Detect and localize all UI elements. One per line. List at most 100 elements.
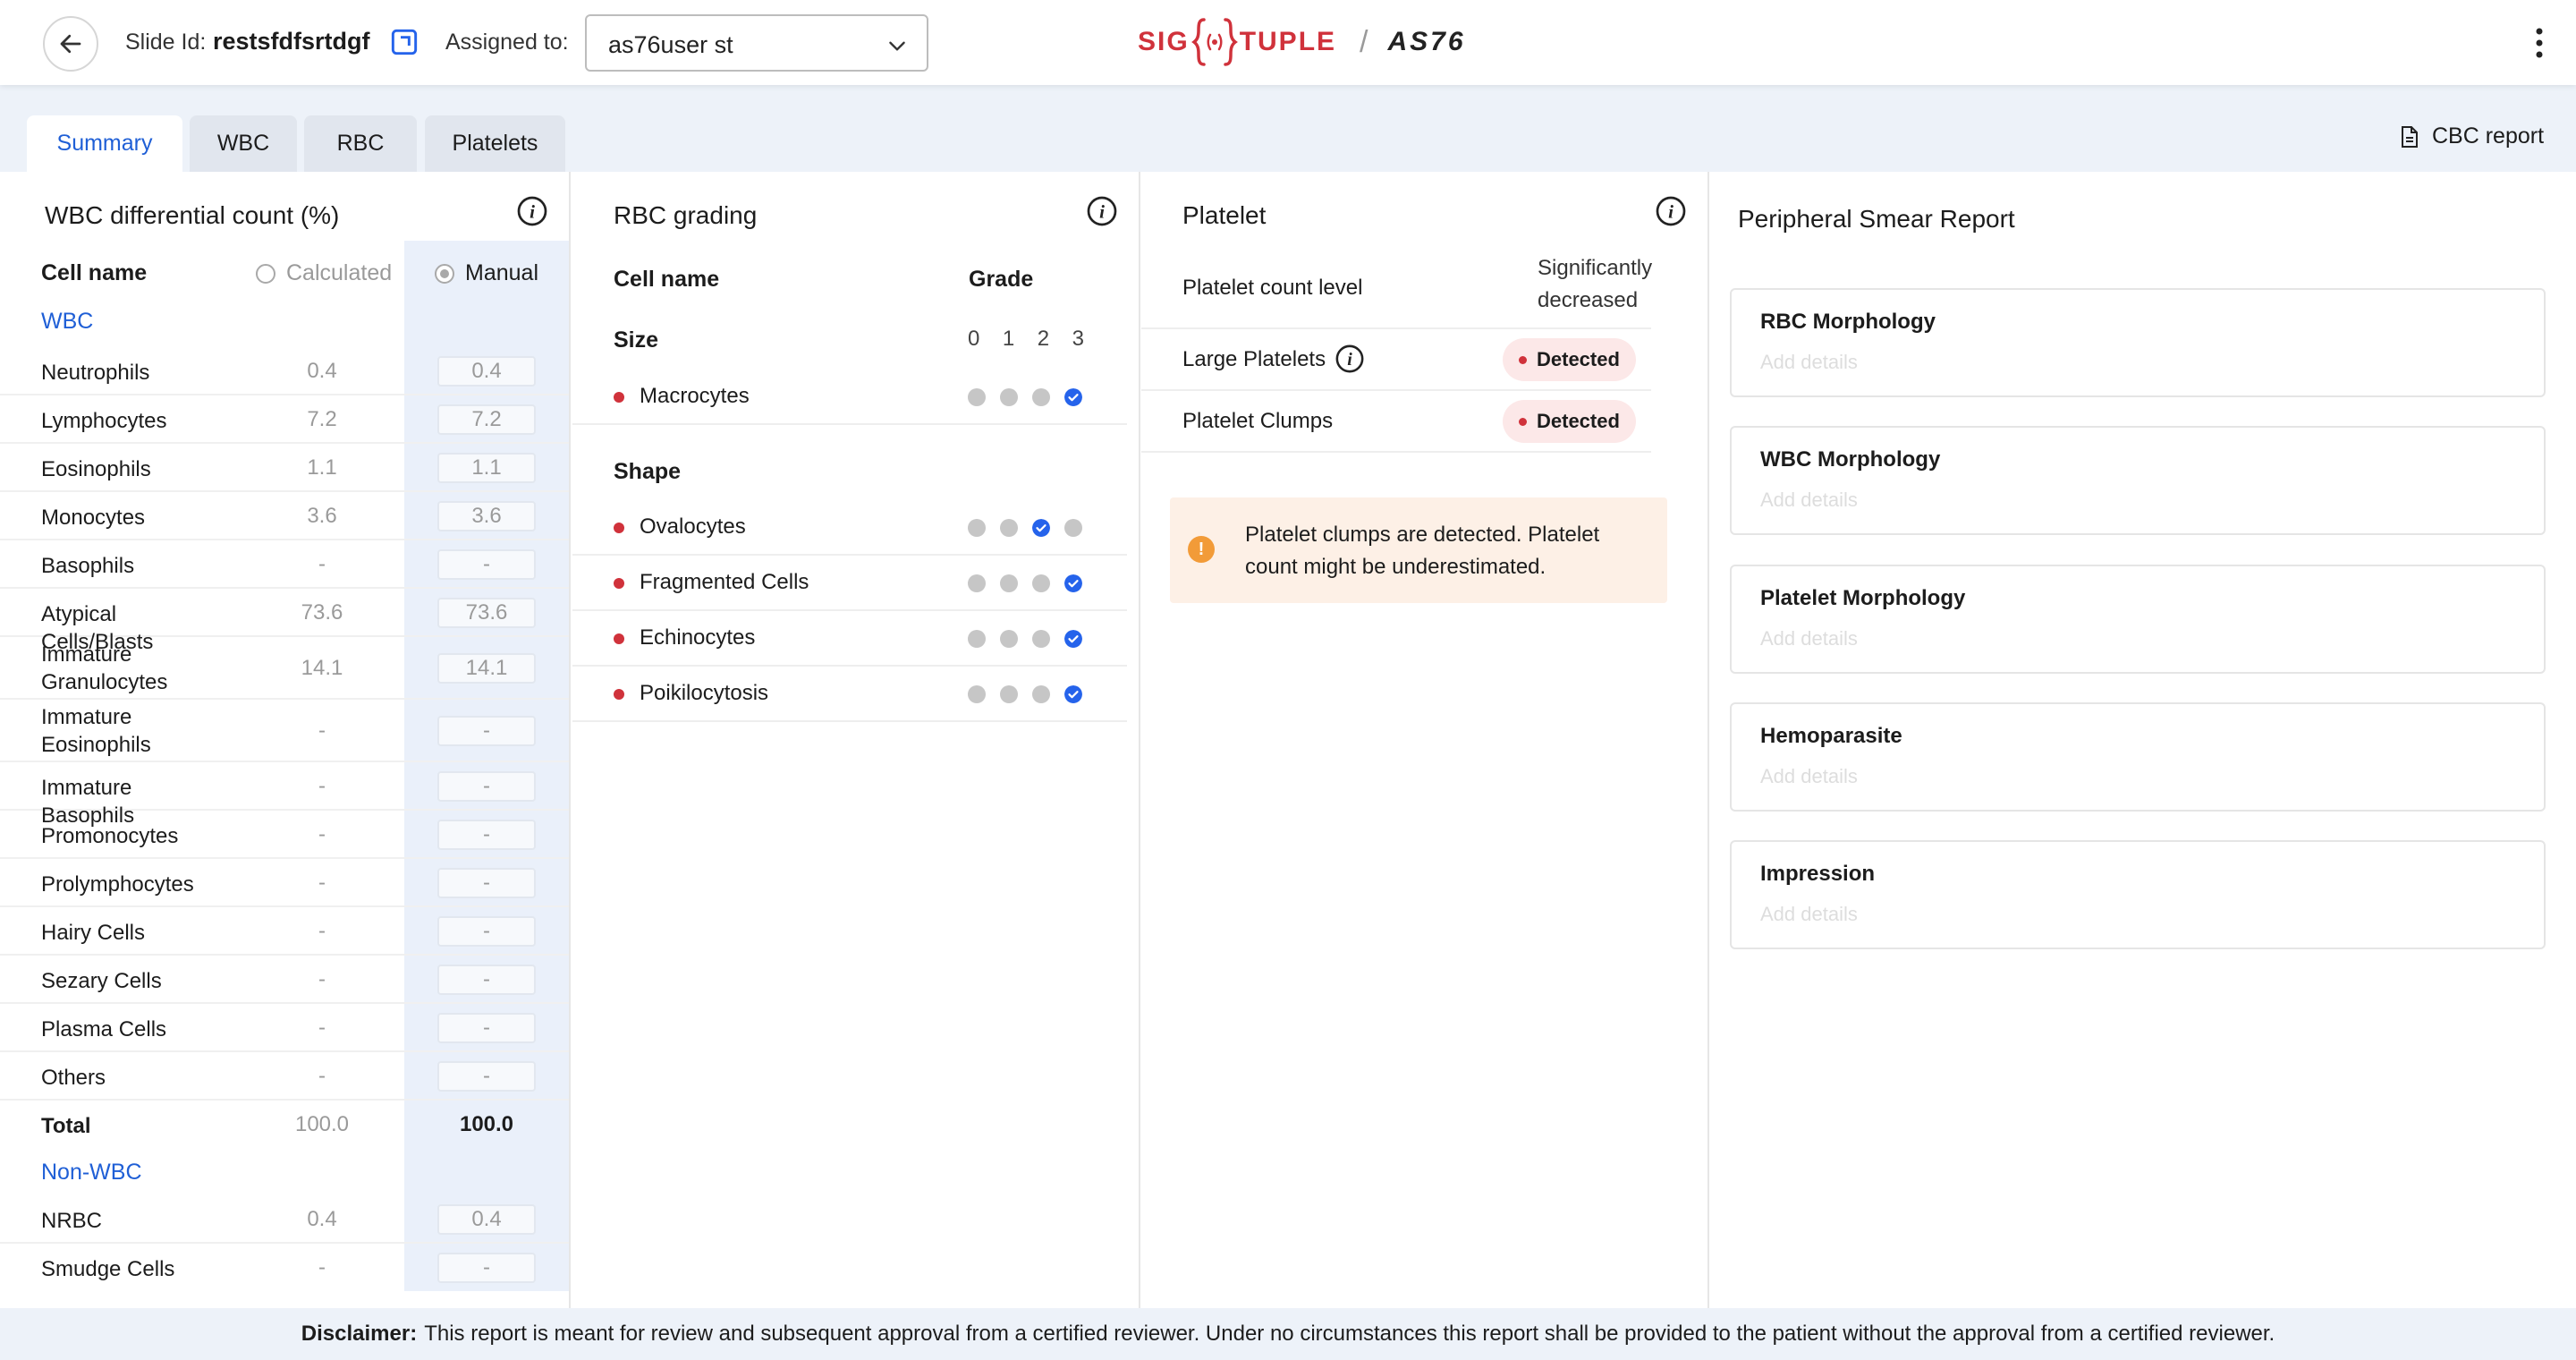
document-icon bbox=[2402, 125, 2418, 148]
manual-value-input[interactable]: - bbox=[437, 916, 536, 947]
disclaimer-text: This report is meant for review and subs… bbox=[424, 1322, 2275, 1346]
manual-value-input[interactable]: - bbox=[437, 1253, 536, 1283]
platelet-clumps-status-badge: Detected bbox=[1503, 400, 1636, 443]
grade-option-dot[interactable] bbox=[1032, 388, 1050, 406]
grade-option-dot[interactable] bbox=[1000, 574, 1018, 592]
grade-option-dot[interactable] bbox=[1000, 519, 1018, 537]
assignee-select[interactable]: as76user st bbox=[585, 14, 928, 72]
wbc-table-row: Promonocytes - - bbox=[0, 811, 569, 859]
grade-option-dot[interactable] bbox=[1000, 388, 1018, 406]
smear-details-input[interactable] bbox=[1760, 347, 2512, 378]
smear-section-title: WBC Morphology bbox=[1760, 447, 1941, 472]
chevron-down-icon bbox=[889, 41, 905, 51]
grade-option-dot[interactable] bbox=[1032, 685, 1050, 703]
smear-details-input[interactable] bbox=[1760, 485, 2512, 515]
grade-option-dot[interactable] bbox=[1000, 630, 1018, 648]
info-icon[interactable]: i bbox=[1335, 344, 1365, 374]
svg-text:i: i bbox=[1099, 201, 1105, 223]
calculated-radio[interactable]: Calculated bbox=[256, 260, 392, 286]
wbc-table-row: Immature Basophils - - bbox=[0, 762, 569, 828]
rbc-shape-label: Shape bbox=[614, 459, 682, 484]
smear-details-input[interactable] bbox=[1760, 899, 2512, 930]
smear-section-title: Impression bbox=[1760, 862, 1876, 886]
wbc-table-row: Basophils - - bbox=[0, 540, 569, 589]
cbc-report-link[interactable]: CBC report bbox=[2400, 123, 2544, 149]
info-icon[interactable]: i bbox=[1086, 195, 1118, 227]
cell-name: Lymphocytes bbox=[41, 409, 167, 433]
cell-name: Eosinophils bbox=[41, 457, 151, 481]
calculated-value: - bbox=[318, 1255, 326, 1279]
manual-value-input[interactable]: 7.2 bbox=[437, 404, 536, 435]
smear-details-input[interactable] bbox=[1760, 624, 2512, 654]
manual-value-input[interactable]: - bbox=[437, 1061, 536, 1092]
manual-value-input[interactable]: 3.6 bbox=[437, 501, 536, 531]
rbc-cell-name: Poikilocytosis bbox=[640, 681, 769, 705]
tab-wbc[interactable]: WBC bbox=[190, 115, 297, 172]
wbc-total-row: Total 100.0 100.0 bbox=[0, 1101, 569, 1149]
calculated-value: - bbox=[318, 919, 326, 943]
manual-radio[interactable]: Manual bbox=[435, 260, 538, 286]
manual-value-input[interactable]: - bbox=[437, 820, 536, 850]
manual-value-input[interactable]: 14.1 bbox=[437, 653, 536, 684]
radio-calculated-icon bbox=[256, 264, 275, 284]
grade-selected-check-icon[interactable] bbox=[1064, 685, 1082, 703]
manual-value-input[interactable]: 0.4 bbox=[437, 356, 536, 387]
grade-option-dot[interactable] bbox=[968, 574, 986, 592]
grade-option-dot[interactable] bbox=[1032, 630, 1050, 648]
tab-rbc[interactable]: RBC bbox=[304, 115, 417, 172]
info-icon[interactable]: i bbox=[516, 195, 548, 227]
tab-platelets[interactable]: Platelets bbox=[425, 115, 565, 172]
grade-selected-check-icon[interactable] bbox=[1064, 388, 1082, 406]
cell-name: Basophils bbox=[41, 554, 135, 578]
manual-value-input[interactable]: - bbox=[437, 868, 536, 898]
back-button[interactable] bbox=[43, 16, 98, 72]
grade-option-dot[interactable] bbox=[1064, 519, 1082, 537]
large-platelets-status-badge: Detected bbox=[1503, 338, 1636, 381]
grade-selected-check-icon[interactable] bbox=[1032, 519, 1050, 537]
manual-value-input[interactable]: - bbox=[437, 716, 536, 746]
manual-label: Manual bbox=[465, 260, 538, 285]
wbc-table-row: Plasma Cells - - bbox=[0, 1004, 569, 1052]
grade-selected-check-icon[interactable] bbox=[1064, 630, 1082, 648]
cell-name: Prolymphocytes bbox=[41, 872, 194, 897]
manual-value-input[interactable]: 73.6 bbox=[437, 598, 536, 628]
more-options-icon[interactable] bbox=[2531, 25, 2547, 61]
manual-value-input[interactable]: - bbox=[437, 1013, 536, 1043]
grade-option-dot[interactable] bbox=[968, 519, 986, 537]
grade-option-dot[interactable] bbox=[1000, 685, 1018, 703]
manual-value-input[interactable]: - bbox=[437, 965, 536, 995]
platelet-clumps-row: Platelet Clumps Detected bbox=[1141, 391, 1651, 453]
cell-name: Hairy Cells bbox=[41, 921, 146, 945]
svg-text:i: i bbox=[1347, 350, 1352, 370]
manual-value-input[interactable]: - bbox=[437, 771, 536, 802]
manual-value-input[interactable]: 0.4 bbox=[437, 1204, 536, 1235]
grade-selector bbox=[968, 629, 1084, 649]
rbc-cell-name: Fragmented Cells bbox=[640, 570, 809, 594]
total-label: Total bbox=[41, 1114, 91, 1138]
rbc-grade-row: Fragmented Cells bbox=[572, 556, 1127, 611]
info-icon[interactable]: i bbox=[1655, 195, 1687, 227]
disclaimer-label: Disclaimer: bbox=[301, 1322, 418, 1346]
open-slide-icon[interactable] bbox=[390, 28, 419, 56]
calculated-value: - bbox=[318, 1064, 326, 1088]
grade-option-dot[interactable] bbox=[968, 388, 986, 406]
smear-panel-title: Peripheral Smear Report bbox=[1738, 205, 2015, 233]
manual-value-input[interactable]: 1.1 bbox=[437, 453, 536, 483]
smear-details-input[interactable] bbox=[1760, 761, 2512, 792]
grade-selector bbox=[968, 574, 1084, 593]
calculated-value: - bbox=[318, 774, 326, 798]
grade-option-dot[interactable] bbox=[968, 630, 986, 648]
smear-section-title: Platelet Morphology bbox=[1760, 586, 1966, 610]
device-model: AS76 bbox=[1387, 27, 1466, 56]
manual-value-input[interactable]: - bbox=[437, 549, 536, 580]
grade-option-dot[interactable] bbox=[968, 685, 986, 703]
grade-selected-check-icon[interactable] bbox=[1064, 574, 1082, 592]
tab-summary[interactable]: Summary bbox=[27, 115, 182, 172]
logo-separator: / bbox=[1360, 24, 1368, 59]
calculated-value: - bbox=[318, 871, 326, 895]
tab-bar: Summary WBC RBC Platelets CBC report bbox=[0, 85, 2576, 172]
platelet-clumps-label: Platelet Clumps bbox=[1182, 409, 1334, 433]
svg-text:i: i bbox=[530, 201, 535, 223]
radio-manual-icon bbox=[435, 264, 454, 284]
grade-option-dot[interactable] bbox=[1032, 574, 1050, 592]
